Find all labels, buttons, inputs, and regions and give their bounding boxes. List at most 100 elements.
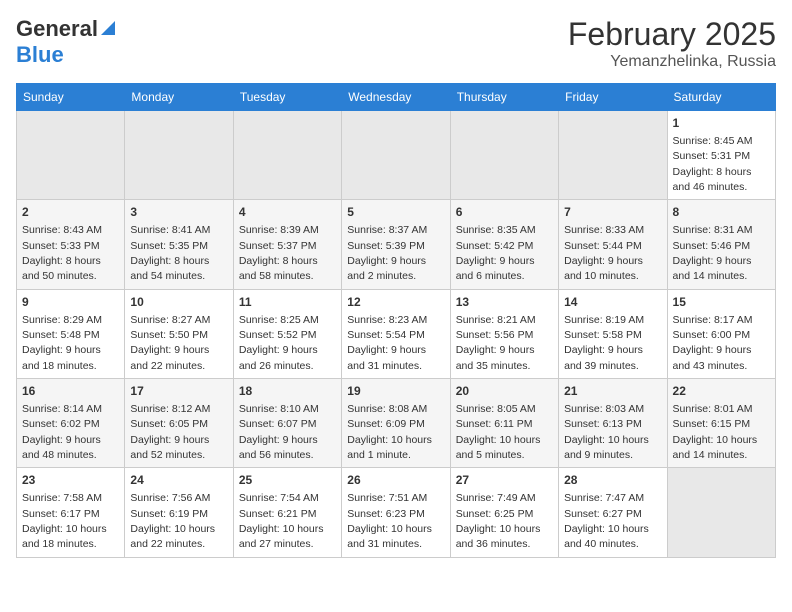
- day-number: 18: [239, 383, 336, 400]
- day-number: 8: [673, 204, 770, 221]
- weekday-header-sunday: Sunday: [17, 84, 125, 111]
- calendar-day-cell: 12 Sunrise: 8:23 AM Sunset: 5:54 PM Dayli…: [342, 289, 450, 378]
- calendar-header-row: SundayMondayTuesdayWednesdayThursdayFrid…: [17, 84, 776, 111]
- day-info: Sunrise: 8:01 AM Sunset: 6:15 PM Dayligh…: [673, 403, 758, 461]
- day-info: Sunrise: 8:19 AM Sunset: 5:58 PM Dayligh…: [564, 314, 644, 372]
- day-number: 20: [456, 383, 553, 400]
- day-info: Sunrise: 8:29 AM Sunset: 5:48 PM Dayligh…: [22, 314, 102, 372]
- day-info: Sunrise: 7:47 AM Sunset: 6:27 PM Dayligh…: [564, 492, 649, 550]
- calendar-day-cell: 9 Sunrise: 8:29 AM Sunset: 5:48 PM Daylig…: [17, 289, 125, 378]
- logo-triangle-icon: [101, 17, 115, 40]
- calendar-day-cell: [17, 111, 125, 200]
- day-number: 21: [564, 383, 661, 400]
- calendar-week-row: 9 Sunrise: 8:29 AM Sunset: 5:48 PM Daylig…: [17, 289, 776, 378]
- day-info: Sunrise: 8:05 AM Sunset: 6:11 PM Dayligh…: [456, 403, 541, 461]
- calendar-day-cell: [233, 111, 341, 200]
- day-number: 24: [130, 472, 227, 489]
- day-info: Sunrise: 8:17 AM Sunset: 6:00 PM Dayligh…: [673, 314, 753, 372]
- calendar-day-cell: 7 Sunrise: 8:33 AM Sunset: 5:44 PM Daylig…: [559, 200, 667, 289]
- month-year-title: February 2025: [568, 16, 776, 53]
- day-number: 17: [130, 383, 227, 400]
- calendar-day-cell: 1 Sunrise: 8:45 AM Sunset: 5:31 PM Daylig…: [667, 111, 775, 200]
- calendar-week-row: 1 Sunrise: 8:45 AM Sunset: 5:31 PM Daylig…: [17, 111, 776, 200]
- calendar-day-cell: 27 Sunrise: 7:49 AM Sunset: 6:25 PM Dayli…: [450, 468, 558, 557]
- day-number: 16: [22, 383, 119, 400]
- day-number: 13: [456, 294, 553, 311]
- day-number: 9: [22, 294, 119, 311]
- day-number: 19: [347, 383, 444, 400]
- calendar-day-cell: 24 Sunrise: 7:56 AM Sunset: 6:19 PM Dayli…: [125, 468, 233, 557]
- day-info: Sunrise: 8:12 AM Sunset: 6:05 PM Dayligh…: [130, 403, 210, 461]
- logo-blue-text: Blue: [16, 42, 64, 67]
- day-number: 4: [239, 204, 336, 221]
- calendar-day-cell: 3Sunrise: 8:41 AM Sunset: 5:35 PM Daylig…: [125, 200, 233, 289]
- calendar-day-cell: [559, 111, 667, 200]
- calendar-body: 1 Sunrise: 8:45 AM Sunset: 5:31 PM Daylig…: [17, 111, 776, 558]
- calendar-week-row: 2 Sunrise: 8:43 AM Sunset: 5:33 PM Daylig…: [17, 200, 776, 289]
- logo: General Blue: [16, 16, 115, 68]
- day-info: Sunrise: 8:27 AM Sunset: 5:50 PM Dayligh…: [130, 314, 210, 372]
- calendar-day-cell: 4 Sunrise: 8:39 AM Sunset: 5:37 PM Daylig…: [233, 200, 341, 289]
- day-info: Sunrise: 8:10 AM Sunset: 6:07 PM Dayligh…: [239, 403, 319, 461]
- weekday-header-friday: Friday: [559, 84, 667, 111]
- calendar-day-cell: 22 Sunrise: 8:01 AM Sunset: 6:15 PM Dayli…: [667, 379, 775, 468]
- calendar-day-cell: 23Sunrise: 7:58 AM Sunset: 6:17 PM Dayli…: [17, 468, 125, 557]
- weekday-header-tuesday: Tuesday: [233, 84, 341, 111]
- day-info: Sunrise: 7:58 AM Sunset: 6:17 PM Dayligh…: [22, 492, 107, 550]
- calendar-day-cell: [125, 111, 233, 200]
- calendar-day-cell: 11Sunrise: 8:25 AM Sunset: 5:52 PM Dayli…: [233, 289, 341, 378]
- day-info: Sunrise: 8:25 AM Sunset: 5:52 PM Dayligh…: [239, 314, 319, 372]
- day-info: Sunrise: 8:33 AM Sunset: 5:44 PM Dayligh…: [564, 224, 644, 282]
- day-info: Sunrise: 7:54 AM Sunset: 6:21 PM Dayligh…: [239, 492, 324, 550]
- day-number: 27: [456, 472, 553, 489]
- page-header: General Blue February 2025 Yemanzhelinka…: [16, 16, 776, 71]
- day-info: Sunrise: 8:39 AM Sunset: 5:37 PM Dayligh…: [239, 224, 319, 282]
- weekday-header-monday: Monday: [125, 84, 233, 111]
- day-info: Sunrise: 7:51 AM Sunset: 6:23 PM Dayligh…: [347, 492, 432, 550]
- calendar-day-cell: 2 Sunrise: 8:43 AM Sunset: 5:33 PM Daylig…: [17, 200, 125, 289]
- day-info: Sunrise: 8:45 AM Sunset: 5:31 PM Dayligh…: [673, 135, 753, 193]
- day-number: 25: [239, 472, 336, 489]
- logo-general-text: General: [16, 16, 98, 42]
- calendar-day-cell: 14 Sunrise: 8:19 AM Sunset: 5:58 PM Dayli…: [559, 289, 667, 378]
- calendar-day-cell: 8 Sunrise: 8:31 AM Sunset: 5:46 PM Daylig…: [667, 200, 775, 289]
- day-info: Sunrise: 8:23 AM Sunset: 5:54 PM Dayligh…: [347, 314, 427, 372]
- day-info: Sunrise: 8:08 AM Sunset: 6:09 PM Dayligh…: [347, 403, 432, 461]
- day-info: Sunrise: 8:31 AM Sunset: 5:46 PM Dayligh…: [673, 224, 753, 282]
- calendar-week-row: 16Sunrise: 8:14 AM Sunset: 6:02 PM Dayli…: [17, 379, 776, 468]
- day-number: 2: [22, 204, 119, 221]
- calendar-day-cell: 5Sunrise: 8:37 AM Sunset: 5:39 PM Daylig…: [342, 200, 450, 289]
- day-number: 14: [564, 294, 661, 311]
- day-number: 22: [673, 383, 770, 400]
- weekday-header-saturday: Saturday: [667, 84, 775, 111]
- calendar-day-cell: [667, 468, 775, 557]
- calendar-week-row: 23Sunrise: 7:58 AM Sunset: 6:17 PM Dayli…: [17, 468, 776, 557]
- day-info: Sunrise: 7:49 AM Sunset: 6:25 PM Dayligh…: [456, 492, 541, 550]
- day-number: 5: [347, 204, 444, 221]
- calendar-day-cell: 6Sunrise: 8:35 AM Sunset: 5:42 PM Daylig…: [450, 200, 558, 289]
- day-number: 26: [347, 472, 444, 489]
- weekday-header-wednesday: Wednesday: [342, 84, 450, 111]
- day-number: 3: [130, 204, 227, 221]
- calendar-day-cell: 10 Sunrise: 8:27 AM Sunset: 5:50 PM Dayli…: [125, 289, 233, 378]
- day-number: 10: [130, 294, 227, 311]
- calendar-day-cell: [342, 111, 450, 200]
- calendar-day-cell: 13 Sunrise: 8:21 AM Sunset: 5:56 PM Dayli…: [450, 289, 558, 378]
- day-info: Sunrise: 8:03 AM Sunset: 6:13 PM Dayligh…: [564, 403, 649, 461]
- day-number: 12: [347, 294, 444, 311]
- day-info: Sunrise: 8:43 AM Sunset: 5:33 PM Dayligh…: [22, 224, 102, 282]
- calendar-day-cell: 18 Sunrise: 8:10 AM Sunset: 6:07 PM Dayli…: [233, 379, 341, 468]
- day-number: 28: [564, 472, 661, 489]
- calendar-day-cell: 20 Sunrise: 8:05 AM Sunset: 6:11 PM Dayli…: [450, 379, 558, 468]
- day-info: Sunrise: 7:56 AM Sunset: 6:19 PM Dayligh…: [130, 492, 215, 550]
- location-subtitle: Yemanzhelinka, Russia: [568, 53, 776, 71]
- day-number: 1: [673, 115, 770, 132]
- calendar-day-cell: 25 Sunrise: 7:54 AM Sunset: 6:21 PM Dayli…: [233, 468, 341, 557]
- calendar-day-cell: [450, 111, 558, 200]
- day-number: 15: [673, 294, 770, 311]
- day-info: Sunrise: 8:21 AM Sunset: 5:56 PM Dayligh…: [456, 314, 536, 372]
- calendar-day-cell: 17 Sunrise: 8:12 AM Sunset: 6:05 PM Dayli…: [125, 379, 233, 468]
- day-number: 7: [564, 204, 661, 221]
- calendar-day-cell: 19 Sunrise: 8:08 AM Sunset: 6:09 PM Dayli…: [342, 379, 450, 468]
- calendar-day-cell: 28 Sunrise: 7:47 AM Sunset: 6:27 PM Dayli…: [559, 468, 667, 557]
